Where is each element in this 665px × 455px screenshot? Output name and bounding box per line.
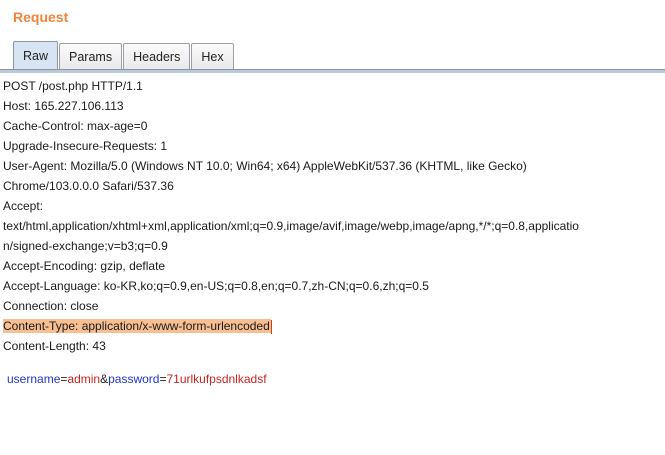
header-content-length: Content-Length: 43: [3, 339, 106, 353]
header-accept: Accept:: [3, 199, 44, 213]
param-name-password: password: [108, 372, 160, 386]
header-user-agent-cont: Chrome/103.0.0.0 Safari/537.36: [3, 179, 174, 193]
tab-divider: [0, 69, 665, 73]
header-accept-language: Accept-Language: ko-KR,ko;q=0.9,en-US;q=…: [3, 279, 429, 293]
header-accept-value-cont: n/signed-exchange;v=b3;q=0.9: [3, 239, 168, 253]
header-content-type[interactable]: Content-Type: application/x-www-form-url…: [3, 319, 271, 333]
param-value-password: 71urlkufpsdnlkadsf: [166, 372, 267, 386]
param-value-username: admin: [67, 372, 101, 386]
request-body: username=admin&password=71urlkufpsdnlkad…: [7, 372, 267, 386]
tab-hex[interactable]: Hex: [191, 43, 234, 69]
tab-raw[interactable]: Raw: [13, 41, 59, 69]
header-content-type-line: Content-Type: application/x-www-form-url…: [0, 316, 665, 336]
header-user-agent: User-Agent: Mozilla/5.0 (Windows NT 10.0…: [3, 159, 527, 173]
tab-headers[interactable]: Headers: [123, 43, 191, 69]
header-connection: Connection: close: [3, 299, 99, 313]
request-line: POST /post.php HTTP/1.1: [3, 79, 143, 93]
message-tabs: Raw Params Headers Hex: [13, 41, 235, 69]
tab-params[interactable]: Params: [59, 43, 123, 69]
text-cursor: [270, 319, 272, 334]
header-accept-value: text/html,application/xhtml+xml,applicat…: [3, 219, 579, 233]
header-host: Host: 165.227.106.113: [3, 99, 124, 113]
header-upgrade-insecure: Upgrade-Insecure-Requests: 1: [3, 139, 168, 153]
header-accept-encoding: Accept-Encoding: gzip, deflate: [3, 259, 166, 273]
header-cache-control: Cache-Control: max-age=0: [3, 119, 148, 133]
param-name-username: username: [7, 372, 61, 386]
panel-title: Request: [13, 9, 69, 25]
raw-request-editor[interactable]: POST /post.php HTTP/1.1 Host: 165.227.10…: [0, 76, 665, 455]
param-separator: &: [100, 372, 109, 386]
